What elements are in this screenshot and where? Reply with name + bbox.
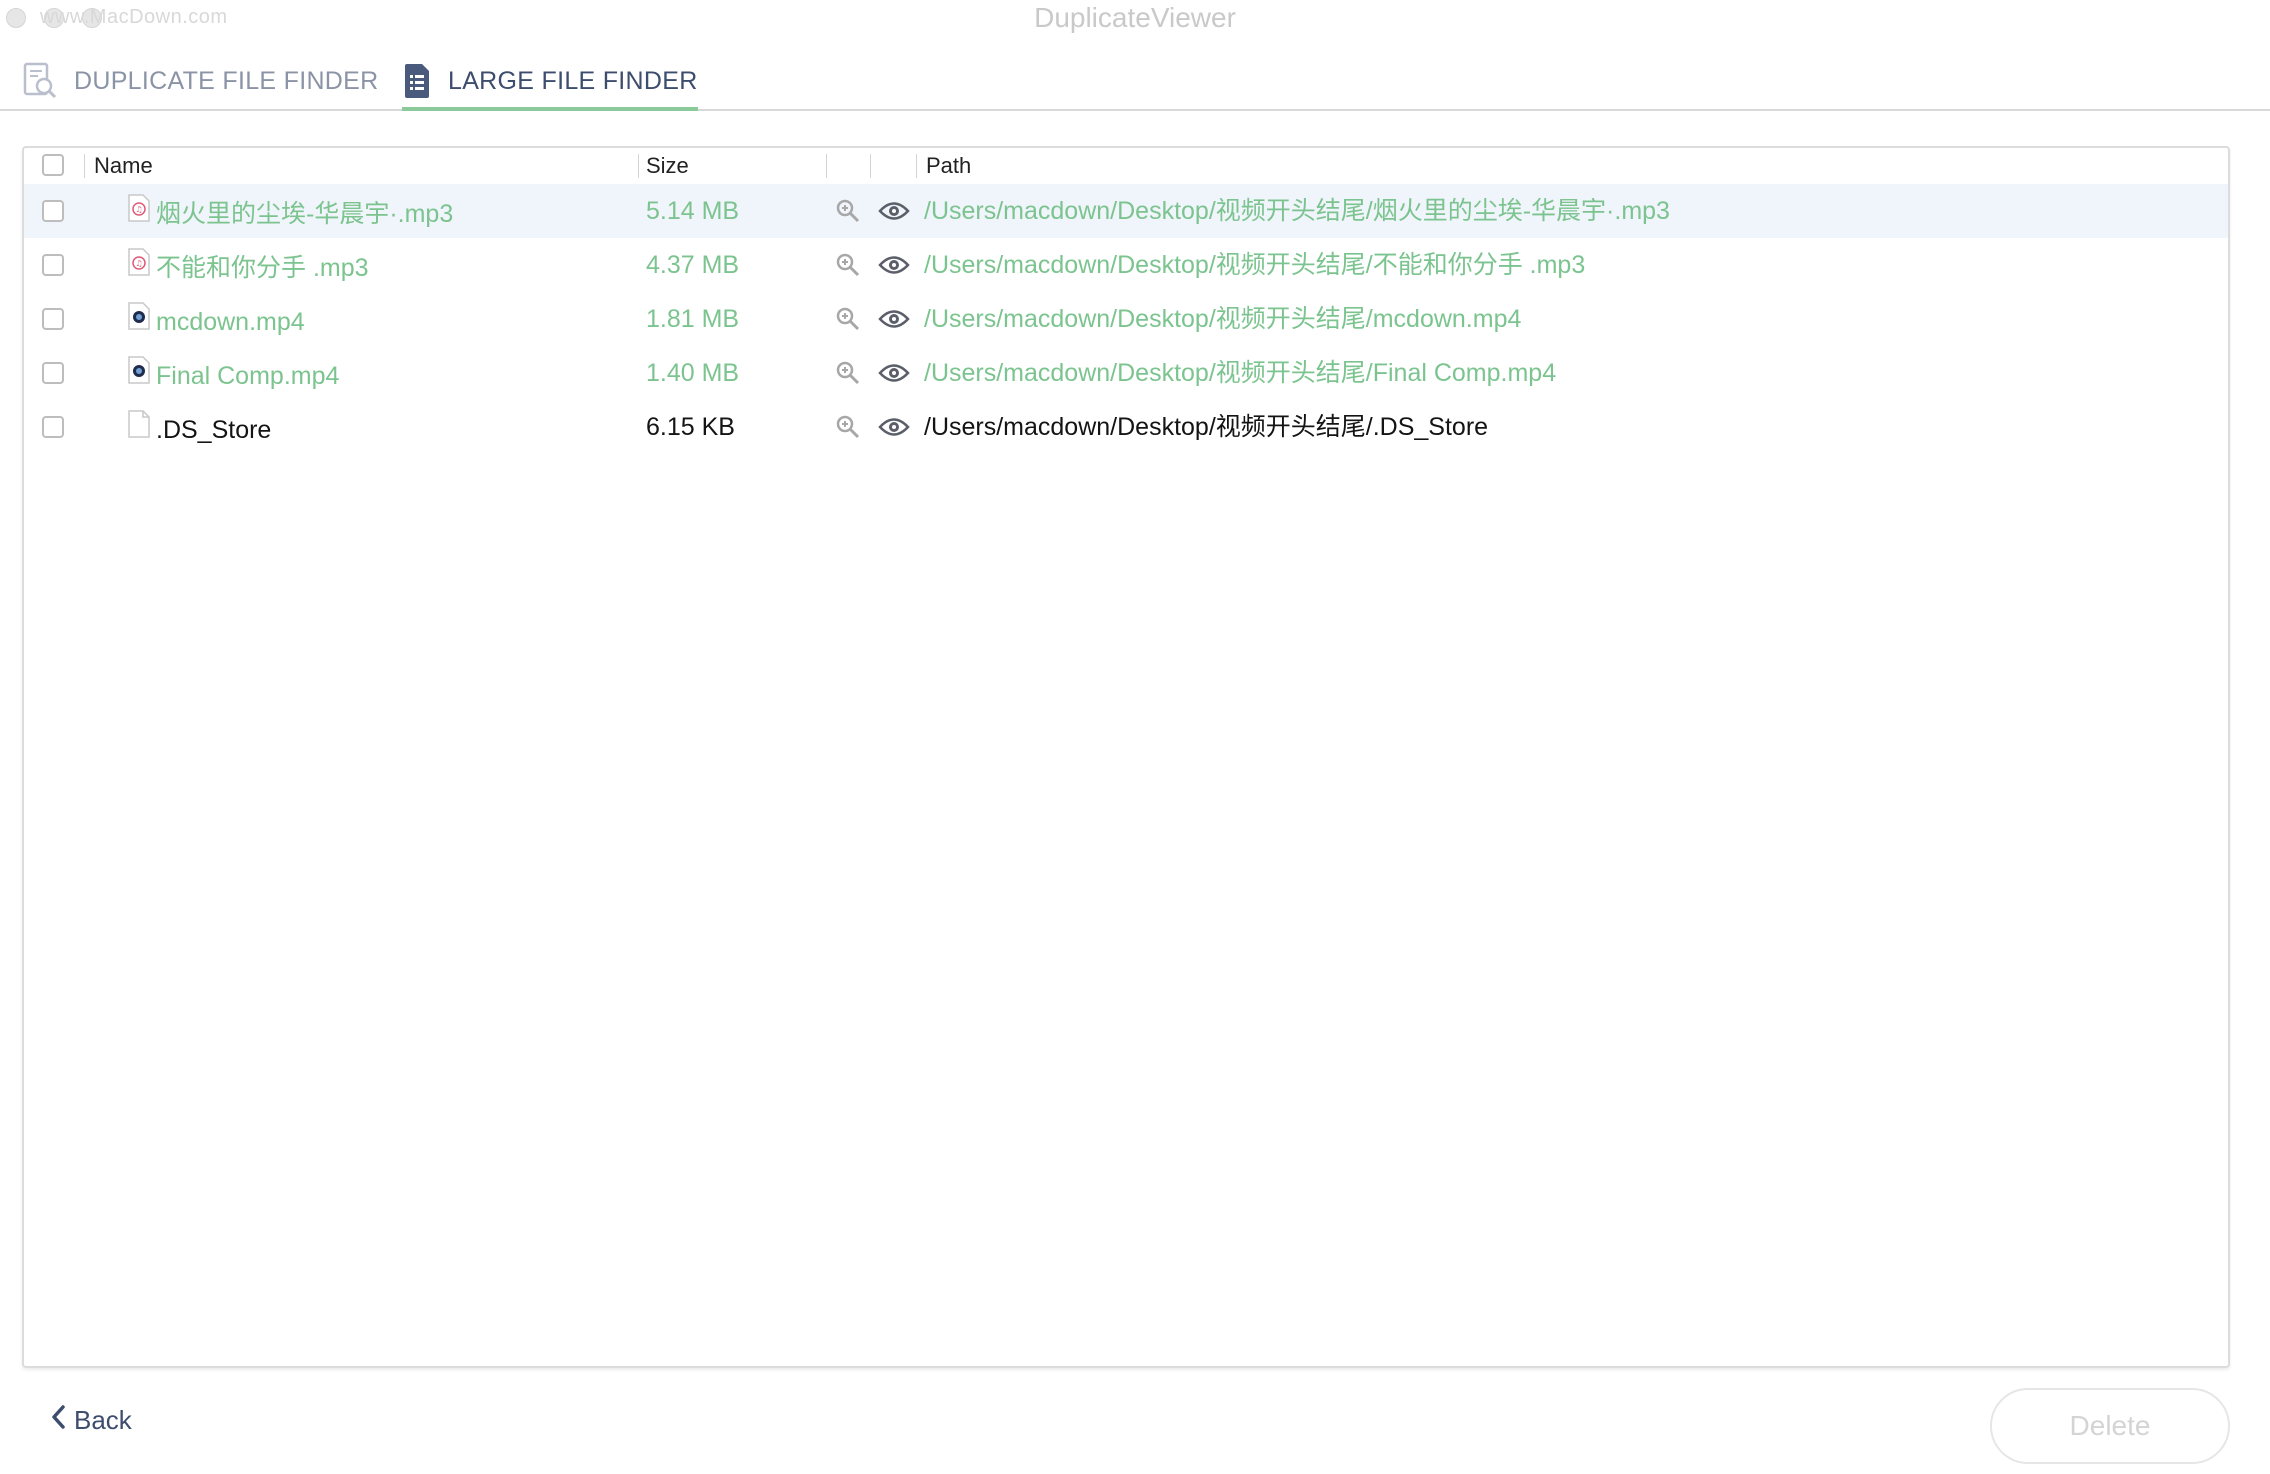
zoom-in-icon[interactable] [833, 413, 863, 441]
row-checkbox[interactable] [42, 416, 64, 438]
window-title: DuplicateViewer [1034, 2, 1236, 33]
column-divider [84, 154, 85, 178]
eye-preview-icon[interactable] [876, 359, 912, 387]
tab-large-file-finder[interactable]: LARGE FILE FINDER [402, 55, 698, 111]
column-divider [870, 154, 871, 178]
video-file-icon [128, 356, 150, 384]
document-list-icon [402, 62, 432, 100]
file-name: mcdown.mp4 [156, 308, 305, 336]
eye-preview-icon[interactable] [876, 305, 912, 333]
file-name: .DS_Store [156, 416, 272, 444]
file-path: /Users/macdown/Desktop/视频开头结尾/烟火里的尘埃-华晨宇… [924, 197, 1670, 225]
select-all-checkbox[interactable] [42, 154, 64, 176]
column-divider [638, 154, 639, 178]
video-file-icon [128, 302, 150, 330]
column-divider [826, 154, 827, 178]
file-path: /Users/macdown/Desktop/视频开头结尾/.DS_Store [924, 413, 1489, 441]
table-header: Name Size Path [24, 148, 2228, 185]
svg-text:♫: ♫ [135, 205, 142, 214]
back-button[interactable]: Back [50, 1404, 132, 1437]
file-size: 5.14 MB [646, 197, 740, 225]
file-size: 1.81 MB [646, 305, 740, 333]
eye-preview-icon[interactable] [876, 197, 912, 225]
file-path: /Users/macdown/Desktop/视频开头结尾/不能和你分手 .mp… [924, 251, 1586, 279]
file-path: /Users/macdown/Desktop/视频开头结尾/mcdown.mp4 [924, 305, 1522, 333]
table-row[interactable]: ♫ 不能和你分手 .mp3 4.37 MB/Users/macdown/Deskto… [24, 238, 2228, 292]
large-file-table: Name Size Path ♫ 烟火里的尘埃-华晨宇·.mp3 5.14 MB/U… [22, 146, 2230, 1368]
zoom-in-icon[interactable] [833, 197, 863, 225]
file-path: /Users/macdown/Desktop/视频开头结尾/Final Comp… [924, 359, 1557, 387]
file-size: 1.40 MB [646, 359, 740, 387]
zoom-in-icon[interactable] [833, 305, 863, 333]
file-size: 4.37 MB [646, 251, 740, 279]
eye-preview-icon[interactable] [876, 413, 912, 441]
title-bar: www.MacDown.com DuplicateViewer [0, 0, 2270, 40]
tab-bar: DUPLICATE FILE FINDER LARGE FILE FINDER [0, 55, 2270, 111]
zoom-in-icon[interactable] [833, 359, 863, 387]
row-checkbox[interactable] [42, 200, 64, 222]
column-header-name[interactable]: Name [94, 148, 153, 184]
zoom-in-icon[interactable] [833, 251, 863, 279]
eye-preview-icon[interactable] [876, 251, 912, 279]
column-header-size[interactable]: Size [646, 148, 689, 184]
file-size: 6.15 KB [646, 413, 735, 441]
back-label: Back [74, 1405, 132, 1435]
generic-file-icon [128, 410, 150, 438]
table-row[interactable]: ♫ 烟火里的尘埃-华晨宇·.mp3 5.14 MB/Users/macdown/De… [24, 184, 2228, 238]
table-row[interactable]: mcdown.mp4 1.81 MB/Users/macdown/Desktop/… [24, 292, 2228, 346]
file-name: 烟火里的尘埃-华晨宇·.mp3 [156, 200, 454, 228]
tab-duplicate-file-finder[interactable]: DUPLICATE FILE FINDER [22, 55, 379, 107]
table-row[interactable]: Final Comp.mp4 1.40 MB/Users/macdown/Desk… [24, 346, 2228, 400]
file-name: Final Comp.mp4 [156, 362, 340, 390]
tab-label: LARGE FILE FINDER [448, 66, 698, 95]
row-checkbox[interactable] [42, 308, 64, 330]
audio-file-icon: ♫ [128, 248, 150, 276]
duplicate-search-icon [22, 62, 58, 100]
audio-file-icon: ♫ [128, 194, 150, 222]
delete-button[interactable]: Delete [1990, 1388, 2230, 1464]
chevron-left-icon [50, 1404, 66, 1437]
column-header-path[interactable]: Path [926, 148, 971, 184]
row-checkbox[interactable] [42, 254, 64, 276]
column-divider [916, 154, 917, 178]
row-checkbox[interactable] [42, 362, 64, 384]
tab-label: DUPLICATE FILE FINDER [74, 66, 379, 95]
file-name: 不能和你分手 .mp3 [156, 254, 369, 282]
svg-text:♫: ♫ [135, 259, 142, 268]
table-row[interactable]: .DS_Store 6.15 KB/Users/macdown/Desktop/视… [24, 400, 2228, 454]
